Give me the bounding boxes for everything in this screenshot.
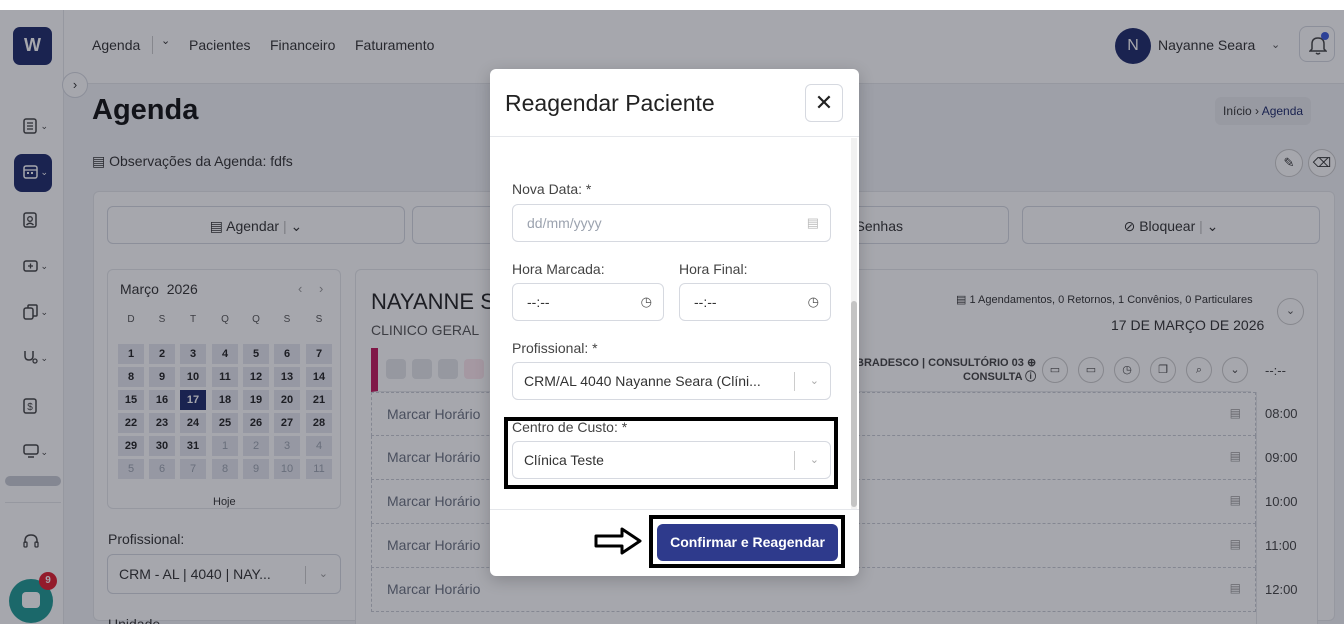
nova-data-input[interactable]: dd/mm/yyyy ▤ xyxy=(512,204,831,242)
profissional-modal-label: Profissional: * xyxy=(512,340,598,356)
select-separator xyxy=(794,372,795,391)
profissional-modal-value: CRM/AL 4040 Nayanne Seara (Clíni... xyxy=(524,373,761,389)
modal-title: Reagendar Paciente xyxy=(505,90,715,116)
hora-marcada-value: --:-- xyxy=(527,294,550,310)
clock-icon: ◷ xyxy=(640,294,652,309)
profissional-modal-select[interactable]: CRM/AL 4040 Nayanne Seara (Clíni... ⌄ xyxy=(512,362,831,400)
hora-marcada-label: Hora Marcada: xyxy=(512,261,605,277)
hora-marcada-input[interactable]: --:-- ◷ xyxy=(512,283,664,321)
nova-data-placeholder: dd/mm/yyyy xyxy=(527,215,602,231)
calendar-icon: ▤ xyxy=(806,215,819,230)
hora-final-value: --:-- xyxy=(694,294,717,310)
chevron-down-icon: ⌄ xyxy=(809,375,819,387)
scrollbar-thumb[interactable] xyxy=(851,301,857,507)
confirm-reschedule-button[interactable]: Confirmar e Reagendar xyxy=(657,524,838,561)
reagendar-modal: Reagendar Paciente ✕ Nova Data: * dd/mm/… xyxy=(490,69,859,576)
hora-final-input[interactable]: --:-- ◷ xyxy=(679,283,831,321)
clock-icon: ◷ xyxy=(807,294,819,309)
highlight-box-centro-custo xyxy=(504,417,838,489)
top-strip xyxy=(0,0,1344,10)
modal-scrollbar[interactable] xyxy=(851,138,857,509)
modal-header: Reagendar Paciente ✕ xyxy=(490,69,859,137)
hora-final-label: Hora Final: xyxy=(679,261,748,277)
arrow-right-icon xyxy=(594,527,642,555)
close-button[interactable]: ✕ xyxy=(805,84,843,122)
nova-data-label: Nova Data: * xyxy=(512,181,592,197)
